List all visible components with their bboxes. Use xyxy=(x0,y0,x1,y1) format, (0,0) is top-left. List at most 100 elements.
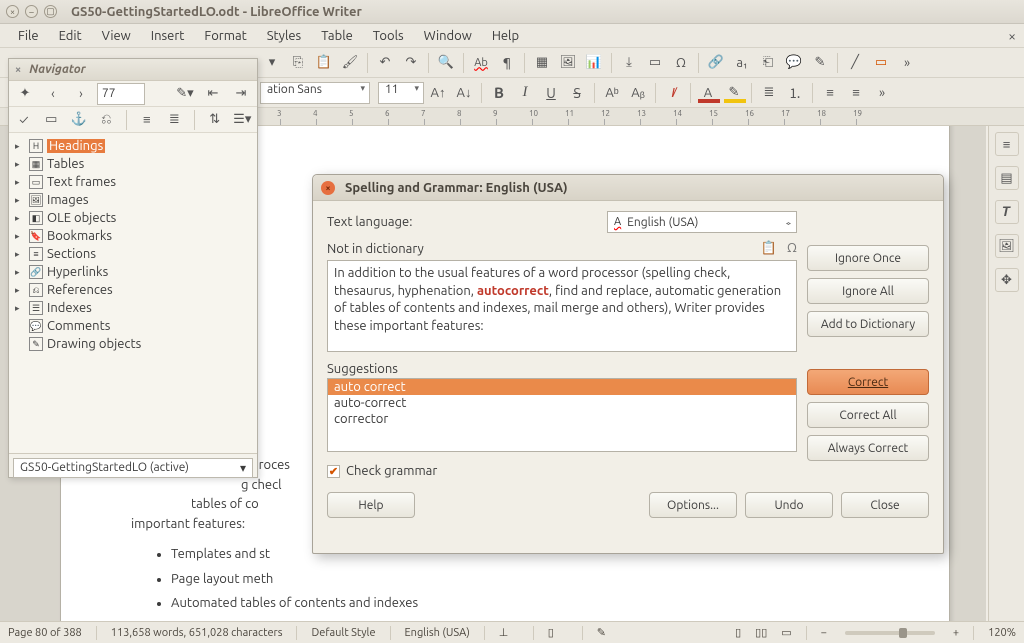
menu-format[interactable]: Format xyxy=(194,27,256,45)
styles-icon[interactable]: 𝑻 xyxy=(995,200,1019,224)
navigator-tree[interactable]: ▸HHeadings ▸▦Tables ▸▭Text frames ▸🖼Imag… xyxy=(9,133,257,453)
help-button[interactable]: Help xyxy=(327,492,415,518)
superscript-icon[interactable]: Aᵇ xyxy=(600,81,624,105)
image-icon[interactable]: 🖼 xyxy=(556,51,580,75)
menu-edit[interactable]: Edit xyxy=(49,27,92,45)
sidebar-settings-icon[interactable]: ≡ xyxy=(995,132,1019,156)
nav-item-images[interactable]: ▸🖼Images xyxy=(15,191,251,209)
font-color-icon[interactable]: A xyxy=(696,81,720,105)
font-size-select[interactable]: 11 xyxy=(378,82,424,104)
menu-insert[interactable]: Insert xyxy=(141,27,195,45)
nav-header2-icon[interactable]: ≡ xyxy=(136,108,158,132)
suggestion-item[interactable]: corrector xyxy=(328,411,796,427)
view-single-icon[interactable]: ▯ xyxy=(735,626,741,639)
find-icon[interactable]: 🔍 xyxy=(434,51,458,75)
align-left-icon[interactable]: ≡ xyxy=(818,81,842,105)
ignore-once-button[interactable]: Ignore Once xyxy=(807,245,929,271)
menu-table[interactable]: Table xyxy=(311,27,363,45)
nav-reminder-icon[interactable]: ⎌ xyxy=(96,108,118,132)
nav-promote-icon[interactable]: ⇤ xyxy=(201,82,225,106)
nav-dragmode-icon[interactable]: ✎▾ xyxy=(173,82,197,106)
nav-item-comments[interactable]: 💬Comments xyxy=(15,317,251,335)
nav-toggle-icon[interactable]: ✦ xyxy=(13,82,37,106)
nav-levels-icon[interactable]: ⇅ xyxy=(204,108,226,132)
nav-item-bookmarks[interactable]: ▸🔖Bookmarks xyxy=(15,227,251,245)
nav-demote-icon[interactable]: ⇥ xyxy=(229,82,253,106)
subscript-icon[interactable]: Aᵦ xyxy=(626,81,650,105)
nav-listbox-icon[interactable]: ☰▾ xyxy=(232,108,254,132)
nav-next-icon[interactable]: › xyxy=(69,82,93,106)
table-icon[interactable]: ▦ xyxy=(530,51,554,75)
suggestion-item[interactable]: auto-correct xyxy=(328,395,796,411)
tracking-icon[interactable]: ✎ xyxy=(808,51,832,75)
status-selection-mode-icon[interactable]: ▯ xyxy=(548,626,568,639)
navigator-titlebar[interactable]: × Navigator xyxy=(9,59,257,81)
menu-view[interactable]: View xyxy=(92,27,141,45)
correct-button[interactable]: Correct xyxy=(807,369,929,395)
maximize-window-icon[interactable]: ▢ xyxy=(44,5,57,18)
properties-icon[interactable]: ▤ xyxy=(995,166,1019,190)
nav-item-references[interactable]: ▸⎌References xyxy=(15,281,251,299)
status-language[interactable]: English (USA) xyxy=(405,627,470,639)
options-button[interactable]: Options... xyxy=(649,492,737,518)
more-format-icon[interactable]: » xyxy=(870,81,894,105)
zoom-level[interactable]: 120% xyxy=(988,627,1016,639)
grow-font-icon[interactable]: A↑ xyxy=(426,81,450,105)
align-center-icon[interactable]: ≡ xyxy=(844,81,868,105)
clear-format-icon[interactable]: I̸ xyxy=(661,81,685,105)
nav-item-indexes[interactable]: ▸☰Indexes xyxy=(15,299,251,317)
always-correct-button[interactable]: Always Correct xyxy=(807,435,929,461)
status-insert-mode[interactable]: ⊥ xyxy=(499,626,519,639)
menu-help[interactable]: Help xyxy=(482,27,529,45)
nav-item-drawings[interactable]: ✎Drawing objects xyxy=(15,335,251,353)
nav-item-ole[interactable]: ▸◧OLE objects xyxy=(15,209,251,227)
correct-all-button[interactable]: Correct All xyxy=(807,402,929,428)
nonprinting-icon[interactable]: ¶ xyxy=(495,51,519,75)
spellcheck-icon[interactable]: Ab xyxy=(469,51,493,75)
nav-contentview-icon[interactable]: ✓ xyxy=(13,108,35,132)
status-wordcount[interactable]: 113,658 words, 651,028 characters xyxy=(111,627,283,639)
status-signature-icon[interactable]: ✎ xyxy=(597,626,606,639)
list-item[interactable]: Page layout meth xyxy=(171,567,879,592)
bullet-list-icon[interactable]: ≣ xyxy=(757,81,781,105)
suggestions-list[interactable]: auto correct auto-correct corrector xyxy=(327,378,797,452)
dialog-close-icon[interactable]: × xyxy=(321,181,335,195)
nav-header-icon[interactable]: ▭ xyxy=(41,108,63,132)
doc-close-icon[interactable]: × xyxy=(1008,28,1016,44)
chart-icon[interactable]: 📊 xyxy=(582,51,606,75)
page-break-icon[interactable]: ⤓ xyxy=(617,51,641,75)
nav-anchor-icon[interactable]: ⚓ xyxy=(68,108,90,132)
check-grammar-checkbox[interactable]: ✔ xyxy=(327,465,340,478)
more-icon[interactable]: » xyxy=(895,51,919,75)
shrink-font-icon[interactable]: A↓ xyxy=(452,81,476,105)
zoom-in-icon[interactable]: + xyxy=(953,627,959,639)
dialog-titlebar[interactable]: × Spelling and Grammar: English (USA) xyxy=(313,175,943,201)
navigator-close-icon[interactable]: × xyxy=(15,64,21,76)
underline-icon[interactable]: U xyxy=(539,81,563,105)
minimize-window-icon[interactable]: – xyxy=(25,5,38,18)
menu-styles[interactable]: Styles xyxy=(257,27,311,45)
navigator-side-icon[interactable]: ✥ xyxy=(995,268,1019,292)
font-name-select[interactable]: ation Sans xyxy=(260,82,370,104)
paste-special-icon[interactable]: 📋 xyxy=(761,241,777,256)
bookmark-icon[interactable]: ⎗ xyxy=(756,51,780,75)
italic-icon[interactable]: I xyxy=(513,81,537,105)
status-style[interactable]: Default Style xyxy=(311,627,375,639)
shapes-icon[interactable]: ▭ xyxy=(869,51,893,75)
ignore-all-button[interactable]: Ignore All xyxy=(807,278,929,304)
nav-page-spin[interactable]: 77 xyxy=(97,83,145,105)
status-page[interactable]: Page 80 of 388 xyxy=(8,627,82,639)
redo-icon[interactable]: ↷ xyxy=(399,51,423,75)
special-char-dlg-icon[interactable]: Ω xyxy=(787,241,797,256)
line-icon[interactable]: ╱ xyxy=(843,51,867,75)
highlight-icon[interactable]: ✎ xyxy=(722,81,746,105)
sentence-textarea[interactable]: In addition to the usual features of a w… xyxy=(327,260,797,352)
nav-prev-icon[interactable]: ‹ xyxy=(41,82,65,106)
number-list-icon[interactable]: ⒈ xyxy=(783,81,807,105)
special-char-icon[interactable]: Ω xyxy=(669,51,693,75)
nav-footer-icon[interactable]: ≣ xyxy=(164,108,186,132)
comment-icon[interactable]: 💬 xyxy=(782,51,806,75)
gallery-icon[interactable]: 🖼 xyxy=(995,234,1019,258)
add-to-dictionary-button[interactable]: Add to Dictionary xyxy=(807,311,929,337)
nav-item-headings[interactable]: ▸HHeadings xyxy=(15,137,251,155)
